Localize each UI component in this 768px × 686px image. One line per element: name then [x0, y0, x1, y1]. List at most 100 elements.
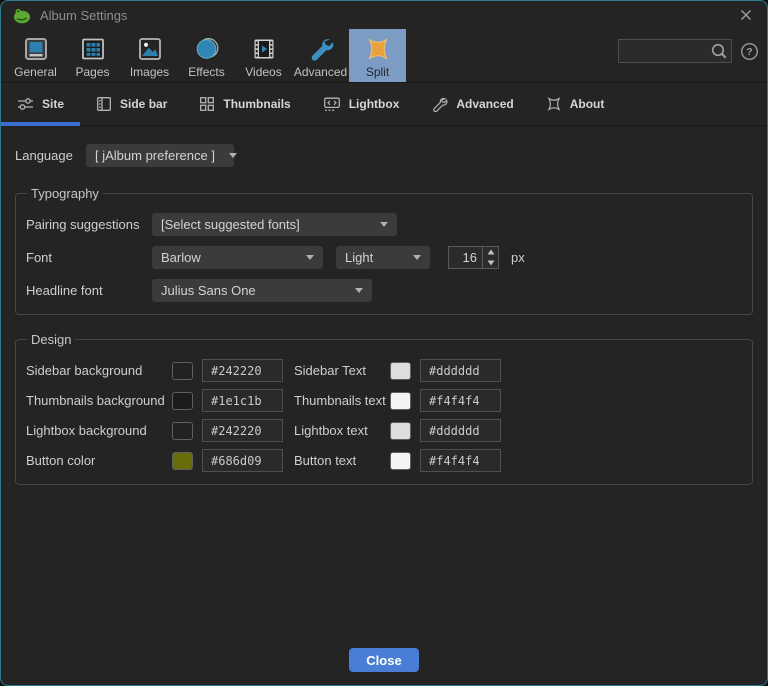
- design-group: Design Sidebar background #242220 Sideba…: [15, 332, 753, 485]
- button-color-hex[interactable]: #686d09: [202, 449, 283, 472]
- thumbnails-background-swatch[interactable]: [172, 391, 193, 410]
- skin-leather-icon: [364, 34, 392, 64]
- pairing-dropdown[interactable]: [Select suggested fonts]: [152, 213, 397, 236]
- font-weight-dropdown[interactable]: Light: [336, 246, 430, 269]
- font-weight-value: Light: [345, 250, 374, 265]
- button-color-label: Button color: [26, 453, 96, 468]
- font-size-unit: px: [511, 250, 525, 265]
- pairing-value: [Select suggested fonts]: [161, 217, 300, 232]
- button-text-swatch[interactable]: [390, 451, 411, 470]
- tab-side-bar[interactable]: Side bar: [80, 83, 183, 125]
- design-row-button: Button color #686d09 Button text #f4f4f4: [26, 449, 742, 472]
- button-color-swatch[interactable]: [172, 451, 193, 470]
- language-dropdown[interactable]: [ jAlbum preference ]: [86, 144, 237, 167]
- sidebar-text-swatch[interactable]: [390, 361, 411, 380]
- headline-font-label: Headline font: [26, 283, 103, 298]
- search-box[interactable]: [618, 39, 732, 63]
- language-row: Language [ jAlbum preference ]: [15, 144, 753, 167]
- design-row-sidebar: Sidebar background #242220 Sidebar Text …: [26, 359, 742, 382]
- thumbnails-background-hex[interactable]: #1e1c1b: [202, 389, 283, 412]
- toolbar-label: Split: [365, 65, 390, 79]
- close-window-icon[interactable]: [737, 6, 755, 24]
- wrench-outline-icon: [431, 96, 448, 113]
- toolbar-item-images[interactable]: Images: [121, 29, 178, 82]
- button-text-hex[interactable]: #f4f4f4: [420, 449, 501, 472]
- images-icon: [136, 34, 164, 64]
- thumbnails-text-hex[interactable]: #f4f4f4: [420, 389, 501, 412]
- toolbar-item-videos[interactable]: Videos: [235, 29, 292, 82]
- wrench-icon: [307, 34, 335, 64]
- language-value: [ jAlbum preference ]: [95, 148, 215, 163]
- lightbox-background-swatch[interactable]: [172, 421, 193, 440]
- pairing-label: Pairing suggestions: [26, 217, 140, 232]
- help-icon[interactable]: ?: [740, 42, 759, 61]
- font-family-dropdown[interactable]: Barlow: [152, 246, 323, 269]
- sidebar-background-label: Sidebar background: [26, 363, 143, 378]
- stepper-down-icon[interactable]: [483, 258, 498, 269]
- lightbox-text-swatch[interactable]: [390, 421, 411, 440]
- typography-group: Typography Pairing suggestions [Select s…: [15, 186, 753, 315]
- main-toolbar: General Pages Images Effects Videos Adva…: [1, 29, 767, 83]
- sidebar-icon: [96, 96, 112, 112]
- lightbox-icon: [323, 96, 341, 112]
- toolbar-label: Effects: [188, 65, 225, 79]
- language-label: Language: [15, 148, 73, 163]
- general-icon: [22, 34, 50, 64]
- toolbar-item-split[interactable]: Split: [349, 29, 406, 82]
- stepper-up-icon[interactable]: [483, 247, 498, 258]
- toolbar-item-advanced[interactable]: Advanced: [292, 29, 349, 82]
- tab-label: Lightbox: [348, 97, 400, 111]
- typography-legend: Typography: [31, 186, 99, 201]
- toolbar-item-effects[interactable]: Effects: [178, 29, 235, 82]
- effects-icon: [193, 34, 221, 64]
- sidebar-background-swatch[interactable]: [172, 361, 193, 380]
- tab-label: Thumbnails: [223, 97, 291, 111]
- tab-label: About: [569, 97, 605, 111]
- button-text-label: Button text: [294, 453, 357, 468]
- tab-advanced[interactable]: Advanced: [415, 83, 529, 125]
- design-legend: Design: [31, 332, 72, 347]
- chevron-down-icon: [413, 255, 421, 260]
- stepper-buttons[interactable]: [482, 247, 498, 268]
- design-row-thumbnails: Thumbnails background #1e1c1b Thumbnails…: [26, 389, 742, 412]
- tab-lightbox[interactable]: Lightbox: [307, 83, 416, 125]
- pairing-row: Pairing suggestions [Select suggested fo…: [26, 213, 742, 236]
- font-size-stepper[interactable]: 16: [448, 246, 499, 269]
- titlebar: Album Settings: [1, 1, 767, 29]
- thumbnails-background-label: Thumbnails background: [26, 393, 165, 408]
- window-title: Album Settings: [40, 7, 128, 23]
- tab-thumbnails[interactable]: Thumbnails: [183, 83, 306, 125]
- close-button[interactable]: Close: [349, 648, 419, 672]
- chevron-down-icon: [228, 153, 237, 158]
- skin-tabbar: Site Side bar Thumbnails Lightbox Advanc…: [1, 83, 767, 126]
- chevron-down-icon: [306, 255, 314, 260]
- sliders-icon: [17, 96, 34, 112]
- lightbox-text-hex[interactable]: #dddddd: [420, 419, 501, 442]
- tab-label: Advanced: [456, 97, 514, 111]
- headline-font-row: Headline font Julius Sans One: [26, 279, 742, 302]
- videos-icon: [250, 34, 278, 64]
- lightbox-background-label: Lightbox background: [26, 423, 147, 438]
- toolbar-label: Images: [129, 65, 170, 79]
- tab-site[interactable]: Site: [1, 83, 81, 126]
- lightbox-text-label: Lightbox text: [294, 423, 368, 438]
- toolbar-item-pages[interactable]: Pages: [64, 29, 121, 82]
- sidebar-background-hex[interactable]: #242220: [202, 359, 283, 382]
- font-size-value: 16: [462, 250, 477, 265]
- sidebar-text-hex[interactable]: #dddddd: [420, 359, 501, 382]
- chevron-down-icon: [380, 222, 388, 227]
- headline-font-dropdown[interactable]: Julius Sans One: [152, 279, 372, 302]
- thumbnails-text-swatch[interactable]: [390, 391, 411, 410]
- lightbox-background-hex[interactable]: #242220: [202, 419, 283, 442]
- jalbum-logo-icon: [13, 7, 31, 24]
- font-label: Font: [26, 250, 53, 265]
- search-input[interactable]: [619, 44, 710, 58]
- toolbar-label: Advanced: [293, 65, 348, 79]
- tab-label: Site: [42, 97, 65, 111]
- thumbnails-text-label: Thumbnails text: [294, 393, 386, 408]
- design-row-lightbox: Lightbox background #242220 Lightbox tex…: [26, 419, 742, 442]
- tab-about[interactable]: About: [530, 83, 621, 125]
- toolbar-item-general[interactable]: General: [7, 29, 64, 82]
- leather-outline-icon: [546, 96, 562, 112]
- site-settings-panel: Language [ jAlbum preference ] Typograph…: [1, 126, 767, 685]
